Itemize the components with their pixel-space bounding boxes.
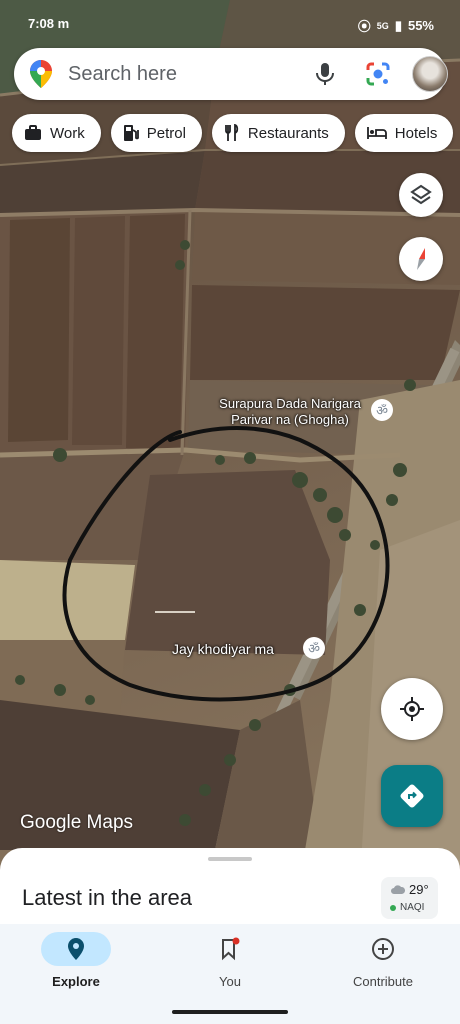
search-input[interactable]: Search here <box>68 63 177 86</box>
explore-pin-icon <box>41 932 111 966</box>
search-bar[interactable]: Search here <box>14 48 448 100</box>
nav-you[interactable]: You <box>170 932 290 989</box>
profile-avatar[interactable] <box>412 56 448 92</box>
om-temple-icon[interactable]: ॐ <box>371 399 393 421</box>
fork-knife-icon <box>225 124 239 141</box>
chip-work[interactable]: Work <box>12 114 101 152</box>
directions-button[interactable] <box>381 765 443 827</box>
place-label-surapura[interactable]: Surapura Dada Narigara Parivar na (Ghogh… <box>202 396 378 428</box>
bed-icon <box>366 127 387 139</box>
chip-label: Hotels <box>394 124 438 142</box>
chip-label: Petrol <box>146 124 186 142</box>
sheet-title: Latest in the area <box>22 885 193 910</box>
compass-icon <box>417 248 425 270</box>
directions-icon <box>400 784 424 808</box>
chip-hotels[interactable]: Hotels <box>354 114 454 152</box>
my-location-button[interactable] <box>381 678 443 740</box>
google-maps-watermark: Google Maps <box>20 812 134 833</box>
signal-icon: ▮ <box>394 17 402 33</box>
temperature-value: 29° <box>409 882 429 897</box>
air-quality-dot <box>390 904 396 911</box>
battery-level: 55% <box>407 18 434 33</box>
my-location-icon <box>400 697 424 721</box>
chip-petrol[interactable]: Petrol <box>110 114 202 152</box>
bottom-navigation: Explore You Contribute <box>0 924 460 1024</box>
chip-label: Restaurants <box>247 124 329 142</box>
nav-explore[interactable]: Explore <box>16 932 136 989</box>
network-label: 5G <box>376 20 389 31</box>
google-lens-icon[interactable] <box>364 60 392 93</box>
chip-label: Work <box>50 124 85 142</box>
weather-temp: 29° <box>390 882 429 897</box>
briefcase-icon <box>25 125 41 140</box>
sheet-drag-handle[interactable] <box>208 857 252 861</box>
add-circle-icon <box>323 932 443 966</box>
nav-label: Contribute <box>353 974 413 989</box>
status-time: 7:08 m <box>28 16 70 31</box>
cloud-icon <box>391 884 406 894</box>
mic-icon[interactable] <box>314 62 336 91</box>
nav-label: Explore <box>52 974 100 989</box>
location-status-icon: ⦿ <box>357 19 371 34</box>
bookmark-icon <box>170 932 290 966</box>
gesture-bar[interactable] <box>172 1010 288 1014</box>
category-chips: Work Petrol Restaurants Hotels <box>12 114 454 154</box>
maps-pin-icon <box>30 60 52 93</box>
om-temple-icon[interactable]: ॐ <box>303 637 325 659</box>
weather-widget[interactable]: 29° NAQI <box>381 877 438 919</box>
nav-contribute[interactable]: Contribute <box>323 932 443 989</box>
nav-label: You <box>219 974 241 989</box>
layers-icon <box>410 184 432 205</box>
compass-button[interactable] <box>399 237 443 281</box>
air-quality-label: NAQI <box>400 902 425 913</box>
place-label-jay-khodiyar[interactable]: Jay khodiyar ma <box>172 641 274 657</box>
status-icons: ⦿ 5G ▮ 55% <box>358 16 434 35</box>
air-quality: NAQI <box>390 902 424 913</box>
status-bar: 7:08 m ⦿ 5G ▮ 55% <box>0 0 460 46</box>
chip-restaurants[interactable]: Restaurants <box>211 114 345 152</box>
fuel-pump-icon <box>123 125 139 141</box>
layers-button[interactable] <box>399 173 443 217</box>
